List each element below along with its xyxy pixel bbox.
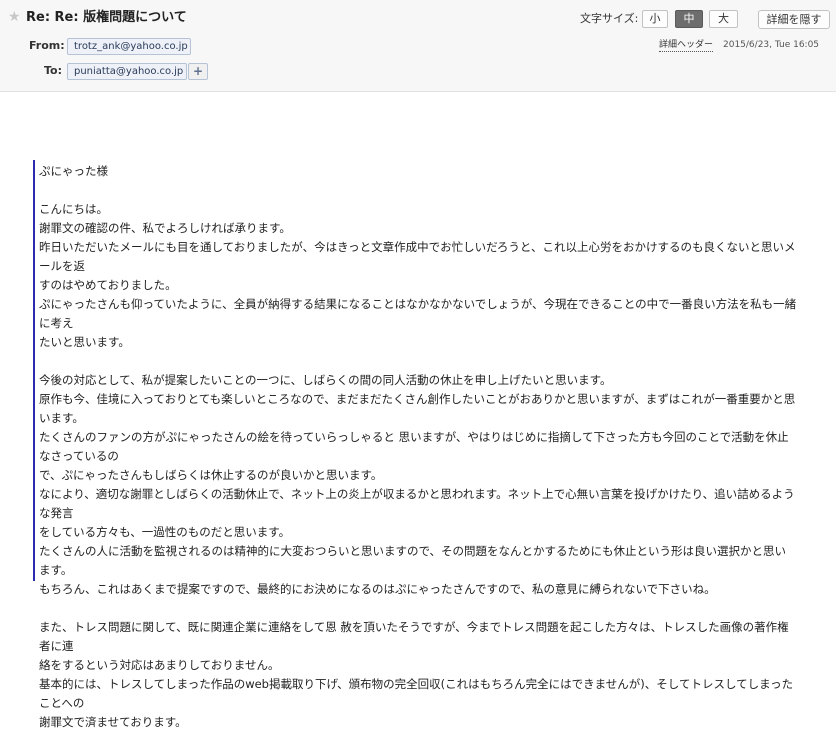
body-line: 基本的には、トレスしてしまった作品のweb掲載取り下げ、頒布物の完全回収(これは…	[39, 677, 794, 710]
font-size-label: 文字サイズ:	[580, 12, 639, 25]
message-date: 2015/6/23, Tue 16:05	[723, 40, 820, 50]
font-size-large-button[interactable]: 大	[709, 10, 738, 28]
body-line: で、ぷにゃったさんもしばらくは休止するのが良いかと思います。	[39, 468, 383, 482]
body-line: 昨日いただいたメールにも目を通しておりましたが、今はきっと文章作成中でお忙しいだ…	[39, 240, 796, 273]
message-body: ぷにゃった様 こんにちは。謝罪文の確認の件、私でよろしければ承ります。昨日いただい…	[39, 162, 797, 732]
body-line: たくさんの人に活動を監視されるのは精神的に大変おつらいと思いますので、その問題を…	[39, 544, 787, 577]
body-line: ぷにゃった様	[39, 164, 108, 178]
from-address[interactable]: trotz_ank@yahoo.co.jp	[67, 38, 191, 55]
detail-header-link[interactable]: 詳細ヘッダー	[659, 39, 714, 52]
message-subject: Re: Re: 版権問題について	[26, 10, 187, 25]
body-line: こんにちは。	[39, 202, 108, 216]
body-line: すのはやめておりました。	[39, 278, 177, 292]
add-recipient-button[interactable]: +	[188, 63, 208, 80]
body-line: また、トレス問題に関して、既に関連企業に連絡をして恩 赦を頂いたそうですが、今ま…	[39, 620, 789, 653]
from-label: From:	[29, 39, 65, 52]
body-line: をしている方々も、一過性のものだと思います。	[39, 525, 291, 539]
to-label: To:	[44, 64, 62, 77]
body-line: たくさんのファンの方がぷにゃったさんの絵を待っていらっしゃると 思いますが、やは…	[39, 430, 789, 463]
hide-details-button[interactable]: 詳細を隠す	[758, 10, 830, 29]
body-line: 謝罪文で済ませております。	[39, 715, 187, 729]
body-line: 謝罪文の確認の件、私でよろしければ承ります。	[39, 221, 291, 235]
body-line: ぷにゃったさんも仰っていたように、全員が納得する結果になることはなかなかないでし…	[39, 297, 797, 330]
body-line: 原作も今、佳境に入っておりとても楽しいところなので、まだまだたくさん創作したいこ…	[39, 392, 796, 425]
body-line: なにより、適切な謝罪としばらくの活動休止で、ネット上の炎上が収まるかと思われます…	[39, 487, 795, 520]
body-line: もちろん、これはあくまで提案ですので、最終的にお決めになるのはぷにゃったさんです…	[39, 582, 716, 596]
message-header: ★ Re: Re: 版権問題について From: trotz_ank@yahoo…	[0, 0, 836, 92]
body-line: たいと思います。	[39, 335, 130, 349]
body-line: 絡をするという対応はあまりしておりません。	[39, 658, 280, 672]
font-size-medium-button[interactable]: 中	[675, 10, 703, 28]
to-address[interactable]: puniatta@yahoo.co.jp	[67, 63, 187, 80]
star-icon[interactable]: ★	[8, 9, 21, 25]
body-line: 今後の対応として、私が提案したいことの一つに、しばらくの間の同人活動の休止を申し…	[39, 373, 612, 387]
font-size-small-button[interactable]: 小	[642, 10, 668, 28]
quote-bar	[33, 160, 35, 581]
